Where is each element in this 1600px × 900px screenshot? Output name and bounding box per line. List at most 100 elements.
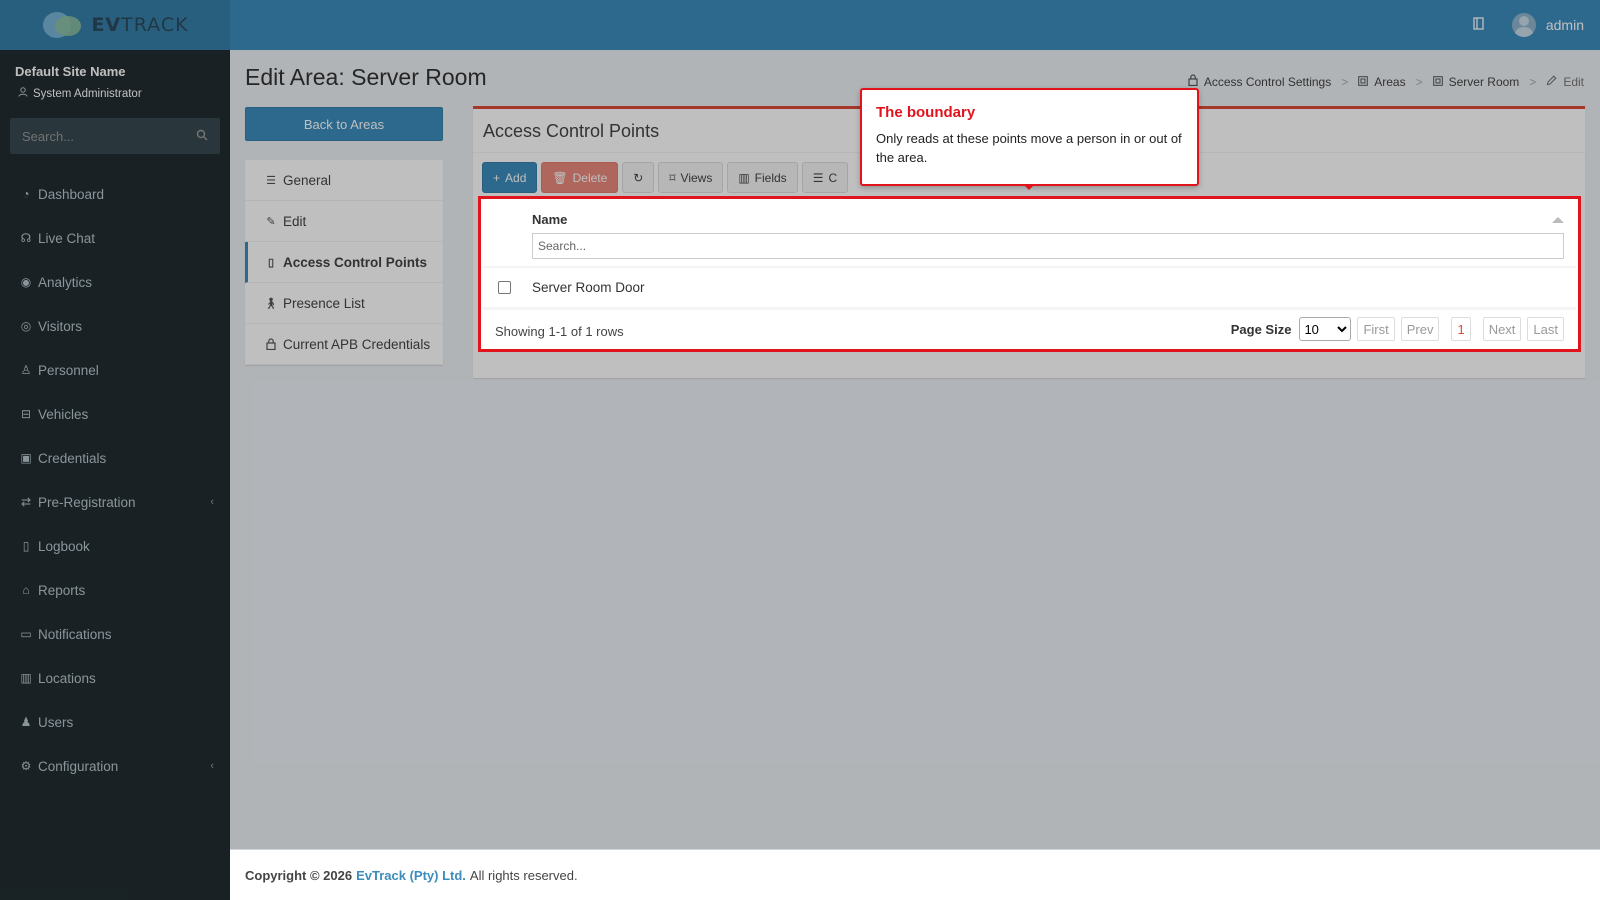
- user-role: System Administrator: [15, 87, 215, 100]
- grid-footer: Showing 1-1 of 1 rows Page Size 10 First…: [483, 308, 1576, 348]
- page-size-label: Page Size: [1230, 321, 1292, 337]
- copyright-text: Copyright © 2026: [245, 867, 353, 883]
- sidebar-item-label: Reports: [38, 582, 86, 598]
- eye-icon: ◎: [20, 319, 32, 333]
- company-link[interactable]: EvTrack (Pty) Ltd.: [356, 868, 466, 883]
- box-title: Access Control Points: [483, 121, 660, 141]
- sub-nav-label: General: [283, 172, 332, 188]
- back-to-areas-button[interactable]: Back to Areas: [245, 107, 443, 141]
- sidebar-item-label: Visitors: [38, 318, 83, 334]
- sidebar-item-credentials[interactable]: ▣ Credentials: [0, 436, 230, 480]
- sidebar-item-visitors[interactable]: ◎ Visitors: [0, 304, 230, 348]
- logo-bar[interactable]: EVTRACK: [0, 0, 230, 50]
- grid-header: Name: [483, 201, 1576, 268]
- sidebar-item-users[interactable]: ♟ Users: [0, 700, 230, 744]
- sort-asc-icon[interactable]: [1552, 217, 1564, 223]
- callout-arrow: [1023, 184, 1035, 190]
- list-icon: ☰: [266, 174, 276, 187]
- tour-callout: The boundary Only reads at these points …: [860, 88, 1199, 186]
- sidebar-item-locations[interactable]: ▥ Locations: [0, 656, 230, 700]
- first-page-button[interactable]: First: [1357, 317, 1395, 341]
- sidebar-item-dashboard[interactable]: ◔ Dashboard: [0, 172, 230, 216]
- add-button[interactable]: + Add: [482, 162, 538, 193]
- logo-text: EVTRACK: [91, 14, 188, 36]
- last-page-button[interactable]: Last: [1527, 317, 1564, 341]
- avatar: [1511, 13, 1536, 37]
- arrows-icon: ⇄: [20, 495, 32, 509]
- views-button[interactable]: ⌑ Views: [658, 162, 724, 193]
- user-icon: [18, 87, 28, 100]
- sub-nav-access-control-points[interactable]: ▯ Access Control Points: [245, 242, 443, 283]
- next-page-button[interactable]: Next: [1482, 317, 1522, 341]
- columns-button[interactable]: ☰ C: [801, 162, 849, 193]
- lock-icon: [265, 338, 277, 350]
- callout-title: The boundary: [876, 104, 976, 121]
- views-button-label: Views: [680, 170, 713, 185]
- pencil-icon: [1546, 74, 1557, 89]
- breadcrumb-item[interactable]: Server Room: [1449, 75, 1520, 89]
- sidebar-item-analytics[interactable]: ◉ Analytics: [0, 260, 230, 304]
- sub-nav-general[interactable]: ☰ General: [245, 160, 443, 201]
- area-sub-nav: ☰ General ✎ Edit ▯ Access Control Points 🚶︎…: [245, 160, 443, 365]
- sidebar-item-label: Dashboard: [38, 186, 105, 202]
- sidebar-item-label: Configuration: [38, 758, 119, 774]
- sub-nav-presence-list[interactable]: 🚶︎ Presence List: [245, 283, 443, 324]
- sidebar-item-logbook[interactable]: ▯ Logbook: [0, 524, 230, 568]
- page-size-select[interactable]: 10: [1299, 317, 1352, 341]
- sidebar-search-input[interactable]: [22, 128, 172, 144]
- table-row[interactable]: Server Room Door: [483, 268, 1576, 308]
- row-checkbox[interactable]: [498, 281, 511, 294]
- prev-page-button[interactable]: Prev: [1400, 317, 1440, 341]
- page-title: Edit Area: Server Room: [245, 64, 487, 90]
- trash-icon: 🗑︎: [552, 170, 568, 185]
- sidebar-item-configuration[interactable]: ⚙ Configuration ‹: [0, 744, 230, 788]
- headset-icon: ☊: [20, 231, 32, 245]
- sub-nav-current-apb-credentials[interactable]: Current APB Credentials: [245, 324, 443, 365]
- breadcrumb-item[interactable]: Access Control Settings: [1204, 75, 1331, 89]
- breadcrumb-separator: >: [1529, 74, 1537, 89]
- sub-nav-label: Current APB Credentials: [283, 336, 431, 352]
- grid-search-input[interactable]: [532, 233, 1564, 259]
- sidebar-item-label: Analytics: [38, 274, 93, 290]
- delete-button[interactable]: 🗑︎ Delete: [541, 162, 619, 193]
- sub-nav-edit[interactable]: ✎ Edit: [245, 201, 443, 242]
- logbook-icon[interactable]: [1473, 17, 1484, 33]
- fields-button[interactable]: ▥ Fields: [727, 162, 798, 193]
- access-points-grid: Name Server Room Door Showing 1-1 of 1 r…: [483, 201, 1576, 348]
- breadcrumb-current: Edit: [1563, 74, 1584, 89]
- sidebar-item-label: Locations: [38, 670, 96, 686]
- sub-nav-label: Edit: [283, 213, 307, 229]
- breadcrumb-item[interactable]: Areas: [1374, 75, 1405, 89]
- walking-icon: 🚶︎: [264, 297, 278, 310]
- add-button-label: Add: [505, 170, 527, 185]
- site-name: Default Site Name: [15, 64, 126, 79]
- sidebar-item-live-chat[interactable]: ☊ Live Chat: [0, 216, 230, 260]
- analytics-icon: ◉: [20, 275, 32, 289]
- column-header-name[interactable]: Name: [532, 212, 567, 227]
- user-menu[interactable]: admin: [1511, 13, 1584, 37]
- bookmark-icon: ⌑: [669, 170, 676, 185]
- sidebar-menu: ◔ Dashboard ☊ Live Chat ◉ Analytics ◎ Visito…: [0, 172, 230, 788]
- refresh-button[interactable]: ↻: [622, 162, 655, 193]
- sidebar-item-notifications[interactable]: ▭ Notifications: [0, 612, 230, 656]
- sidebar-item-personnel[interactable]: ♙ Personnel: [0, 348, 230, 392]
- sidebar-item-reports[interactable]: ⌂ Reports: [0, 568, 230, 612]
- sub-nav-label: Presence List: [283, 295, 365, 311]
- sidebar-item-label: Users: [38, 714, 74, 730]
- refresh-icon: ↻: [633, 170, 644, 185]
- sidebar-item-label: Personnel: [38, 362, 99, 378]
- logo-text-bold: EV: [91, 14, 122, 36]
- sidebar-item-label: Credentials: [38, 450, 107, 466]
- vehicle-icon: ⊟: [20, 407, 32, 421]
- sidebar-item-pre-registration[interactable]: ⇄ Pre-Registration ‹: [0, 480, 230, 524]
- breadcrumb-separator: >: [1341, 74, 1349, 89]
- sidebar-item-label: Notifications: [38, 626, 112, 642]
- current-page-button[interactable]: 1: [1451, 317, 1471, 341]
- chevron-left-icon: ‹: [210, 760, 214, 772]
- sidebar-item-vehicles[interactable]: ⊟ Vehicles: [0, 392, 230, 436]
- logo[interactable]: EVTRACK: [41, 10, 188, 40]
- search-icon[interactable]: [196, 129, 208, 144]
- row-name-cell: Server Room Door: [532, 280, 645, 295]
- lock-icon: [1188, 74, 1198, 89]
- page-footer: Copyright © 2026 EvTrack (Pty) Ltd. All …: [230, 849, 1600, 900]
